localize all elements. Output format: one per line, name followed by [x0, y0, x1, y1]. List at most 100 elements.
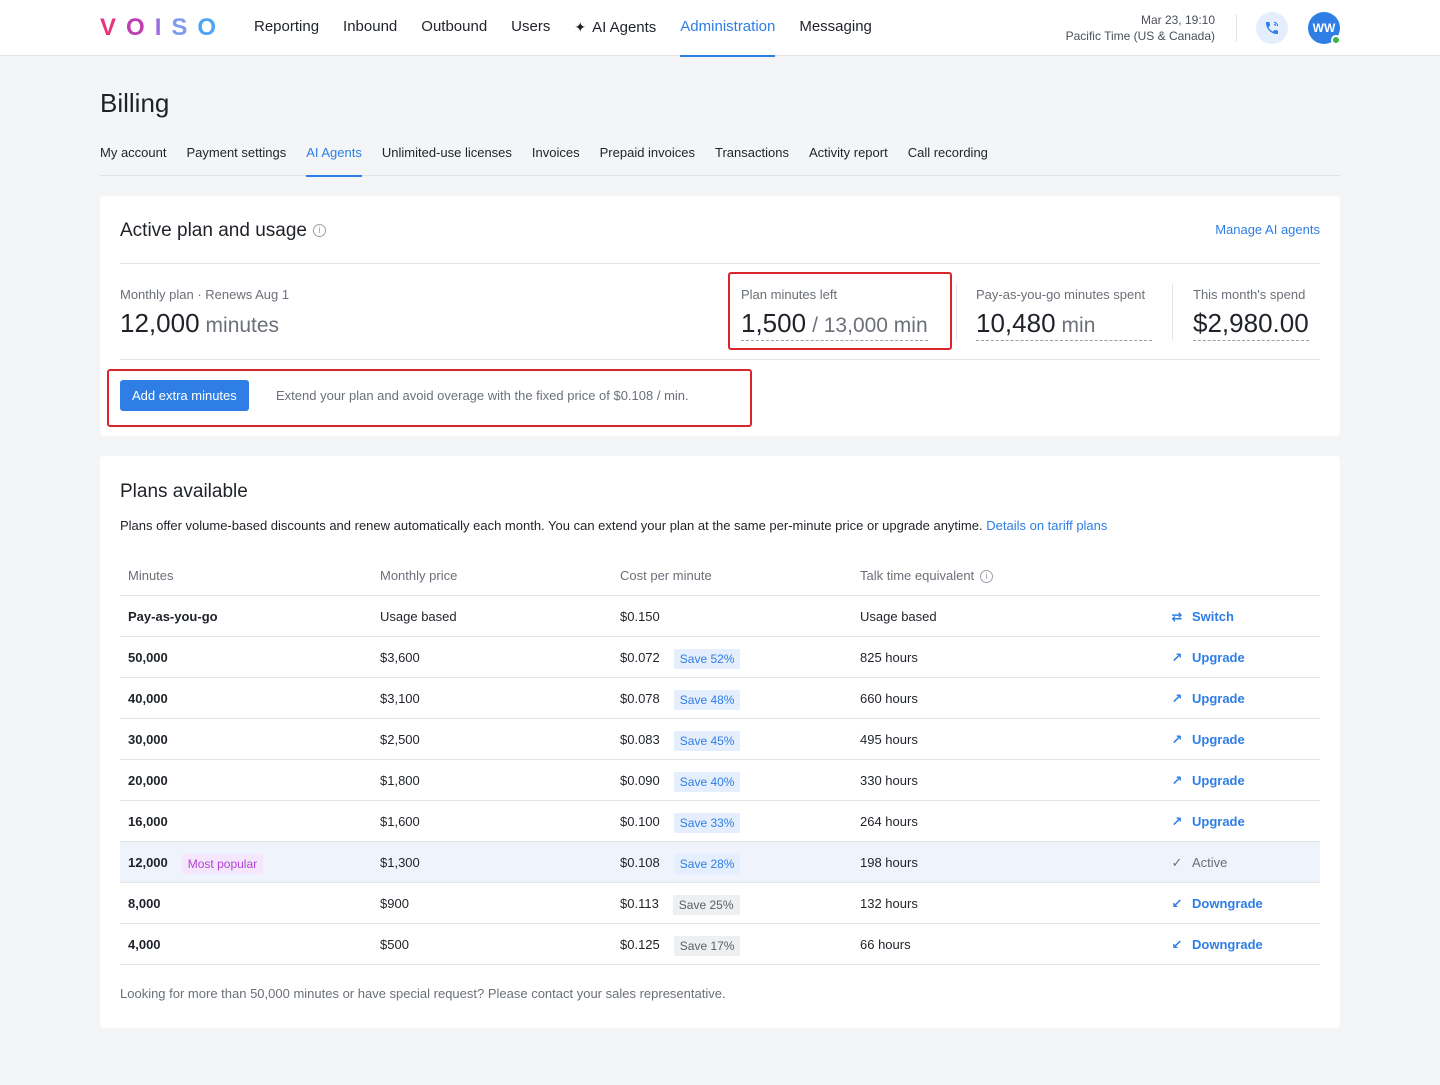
nav-users[interactable]: Users	[511, 0, 550, 56]
plan-cost-per-minute: $0.078 Save 48%	[620, 678, 741, 719]
plan-minutes: Pay-as-you-go	[128, 596, 218, 637]
user-avatar[interactable]: WW	[1308, 12, 1341, 45]
col-cost-per-minute: Cost per minute	[620, 568, 712, 583]
savings-badge: Save 28%	[673, 853, 741, 874]
tariff-details-link[interactable]: Details on tariff plans	[986, 518, 1107, 533]
plan-minutes: 40,000	[128, 678, 168, 719]
savings-badge: Save 17%	[673, 935, 741, 956]
info-icon[interactable]: i	[312, 224, 326, 238]
page-title: Billing	[100, 88, 170, 118]
plan-talk-time: 660 hours	[860, 691, 918, 706]
plan-minutes-value: 20,000	[128, 773, 168, 788]
plan-cost-value: $0.078	[620, 691, 660, 706]
plan-talk-time: Usage based	[860, 609, 937, 624]
plan-monthly-price: $500	[380, 937, 409, 952]
plan-minutes-value: 50,000	[128, 650, 168, 665]
nav-label: Inbound	[343, 18, 398, 35]
plans-title: Plans available	[120, 481, 248, 502]
month-spend-value[interactable]: $2,980.00	[1193, 308, 1309, 341]
plan-downgrade-button[interactable]: ↙ Downgrade	[1170, 883, 1263, 924]
online-status-indicator	[1331, 35, 1341, 45]
tab-invoices[interactable]: Invoices	[532, 132, 580, 176]
voiso-logo[interactable]: VOISO	[100, 14, 226, 42]
arrow-up-right-icon: ↗	[1171, 773, 1183, 788]
logo-letter: O	[197, 14, 227, 41]
add-extra-minutes-button[interactable]: Add extra minutes	[120, 380, 249, 411]
plan-action-label: Upgrade	[1192, 773, 1245, 788]
plan-downgrade-button[interactable]: ↙ Downgrade	[1170, 924, 1263, 965]
plan-cost-per-minute: $0.100 Save 33%	[620, 801, 741, 842]
plan-cost-value: $0.108	[620, 855, 660, 870]
plan-cost-value: $0.090	[620, 773, 660, 788]
nav-messaging[interactable]: Messaging	[799, 0, 872, 56]
plan-cost-value: $0.113	[620, 896, 659, 911]
col-monthly-price: Monthly price	[380, 568, 458, 583]
plan-upgrade-button[interactable]: ↗ Upgrade	[1170, 678, 1245, 719]
minutes-left-label: Plan minutes left	[741, 287, 838, 302]
plan-monthly-price: $2,500	[380, 732, 420, 747]
plan-switch-button[interactable]: ⇄ Switch	[1170, 596, 1234, 637]
savings-badge: Save 25%	[672, 894, 740, 915]
info-icon[interactable]: i	[980, 570, 994, 584]
monthly-plan-label: Monthly plan · Renews Aug 1	[120, 287, 290, 302]
logo-letter: O	[126, 14, 155, 41]
tab-payment-settings[interactable]: Payment settings	[186, 132, 286, 176]
table-row: 20,000 $1,800 $0.090 Save 40% 330 hours ↗ Upgr…	[120, 760, 1320, 801]
plan-upgrade-button[interactable]: ↗ Upgrade	[1170, 801, 1245, 842]
avatar-initials: WW	[1312, 21, 1336, 35]
nav-outbound[interactable]: Outbound	[421, 0, 487, 56]
most-popular-badge: Most popular	[181, 853, 264, 874]
plan-cost-per-minute: $0.113 Save 25%	[620, 883, 740, 924]
month-spend-label: This month's spend	[1193, 287, 1306, 302]
minutes-left-value[interactable]: 1,500/ 13,000 min	[741, 308, 928, 341]
tab-transactions[interactable]: Transactions	[715, 132, 789, 176]
divider	[120, 359, 1320, 360]
nav-label: Administration	[680, 18, 776, 35]
arrow-down-left-icon: ↙	[1171, 937, 1183, 952]
plan-upgrade-button[interactable]: ↗ Upgrade	[1170, 760, 1245, 801]
softphone-button[interactable]	[1256, 12, 1288, 44]
plan-upgrade-button[interactable]: ↗ Upgrade	[1170, 637, 1245, 678]
plan-monthly-price: $1,800	[380, 773, 420, 788]
plan-monthly-price: $3,100	[380, 691, 420, 706]
tab-my-account[interactable]: My account	[100, 132, 166, 176]
manage-ai-agents-link[interactable]: Manage AI agents	[1215, 222, 1320, 237]
sparkle-icon: ✦	[574, 19, 587, 35]
plan-cost-value: $0.100	[620, 814, 660, 829]
nav-inbound[interactable]: Inbound	[343, 0, 397, 56]
tab-unlimited-use-licenses[interactable]: Unlimited-use licenses	[382, 132, 512, 176]
main-nav: Reporting Inbound Outbound Users ✦ AI Agents A…	[254, 0, 896, 57]
plan-talk-time: 198 hours	[860, 855, 918, 870]
arrow-down-left-icon: ↙	[1171, 896, 1183, 911]
plan-cost-value: $0.125	[620, 937, 660, 952]
stat-separator	[956, 284, 957, 340]
minutes-left-number: 1,500	[741, 308, 807, 338]
nav-ai-agents[interactable]: ✦ AI Agents	[574, 0, 656, 56]
monthly-plan-value: 12,000 minutes	[120, 308, 279, 339]
plan-active-button: ✓ Active	[1170, 842, 1228, 883]
plan-cost-per-minute: $0.150	[620, 596, 660, 637]
col-minutes: Minutes	[128, 568, 174, 583]
nav-reporting[interactable]: Reporting	[254, 0, 319, 56]
plan-action-label: Upgrade	[1192, 814, 1245, 829]
plan-talk-time: 132 hours	[860, 896, 918, 911]
nav-administration[interactable]: Administration	[680, 0, 776, 57]
plan-minutes-value: Pay-as-you-go	[128, 609, 218, 624]
top-navigation-bar: VOISO Reporting Inbound Outbound Users ✦ AI A…	[0, 0, 1440, 57]
nav-label: Users	[511, 18, 551, 35]
plans-description-text: Plans offer volume-based discounts and r…	[120, 518, 983, 533]
tab-ai-agents[interactable]: AI Agents	[306, 132, 362, 177]
plan-talk-time: 495 hours	[860, 732, 918, 747]
tab-call-recording[interactable]: Call recording	[908, 132, 988, 176]
table-row: 8,000 $900 $0.113 Save 25% 132 hours ↙ Downgra…	[120, 883, 1320, 924]
payg-spent-value[interactable]: 10,480 min	[976, 308, 1152, 341]
payg-spent-unit: min	[1061, 314, 1096, 337]
tab-activity-report[interactable]: Activity report	[809, 132, 888, 176]
table-row: 50,000 $3,600 $0.072 Save 52% 825 hours ↗ Upgr…	[120, 637, 1320, 678]
plan-minutes: 50,000	[128, 637, 168, 678]
plan-action-label: Switch	[1192, 609, 1234, 624]
plan-upgrade-button[interactable]: ↗ Upgrade	[1170, 719, 1245, 760]
tab-prepaid-invoices[interactable]: Prepaid invoices	[600, 132, 695, 176]
plan-monthly-price: $3,600	[380, 650, 420, 665]
arrow-up-right-icon: ↗	[1171, 814, 1183, 829]
